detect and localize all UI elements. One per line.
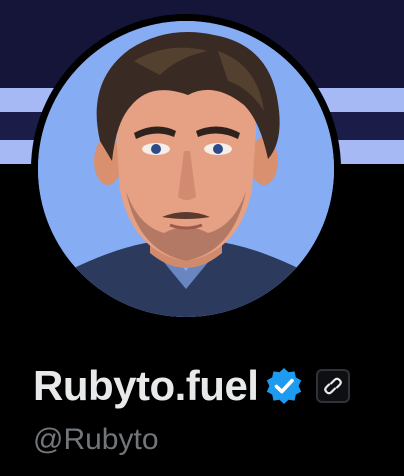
avatar-illustration [38, 21, 334, 317]
user-handle: @Rubyto [33, 423, 159, 456]
verified-badge-icon[interactable] [264, 366, 304, 406]
link-chain-icon[interactable] [316, 369, 351, 403]
avatar-frame[interactable] [31, 14, 341, 324]
name-row: Rubyto.fuel [33, 360, 351, 412]
display-name: Rubyto.fuel [33, 362, 259, 409]
profile-header: Rubyto.fuel @Rubyto [0, 0, 404, 476]
avatar[interactable] [38, 21, 334, 317]
